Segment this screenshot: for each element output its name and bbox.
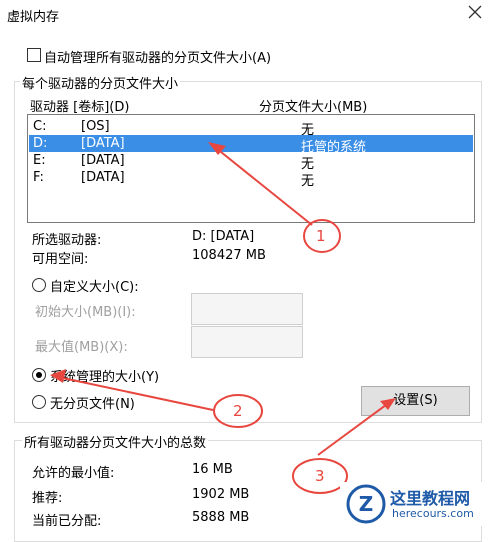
annotation-arrow-2 — [57, 376, 214, 411]
watermark-logo: Z 这里教程网 herecours.com — [340, 482, 491, 526]
z-logo-letter: Z — [359, 492, 374, 516]
annotation-number-1: 1 — [316, 227, 326, 245]
z-logo-icon: Z — [346, 484, 386, 524]
annotation-arrow-3 — [317, 401, 391, 456]
annotation-number-3: 3 — [315, 467, 325, 485]
watermark-url: herecours.com — [392, 507, 474, 520]
annotation-number-2: 2 — [233, 402, 243, 420]
annotation-arrowhead-2 — [50, 369, 66, 383]
annotation-overlay — [50, 142, 396, 494]
annotation-arrow-1 — [215, 147, 313, 226]
watermark-title: 这里教程网 — [390, 489, 471, 508]
